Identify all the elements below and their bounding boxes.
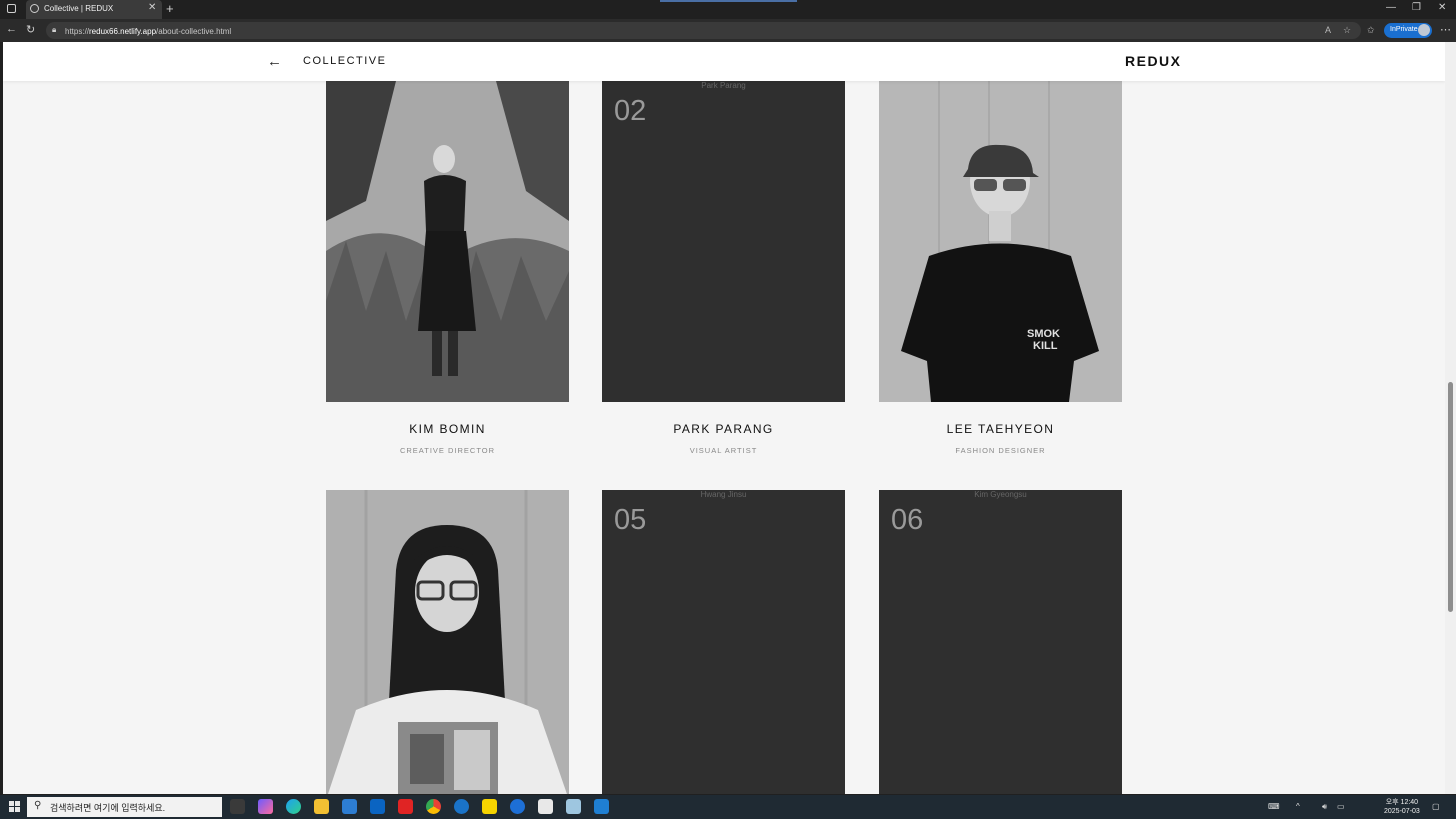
microsoft-store-icon[interactable] <box>342 799 357 814</box>
tab-actions-icon[interactable] <box>7 4 16 13</box>
clock-date: 2025-07-03 <box>1384 808 1420 815</box>
copilot-icon[interactable] <box>258 799 273 814</box>
portrait-image: SMOK KILL <box>879 81 1122 402</box>
internet-explorer-icon[interactable] <box>454 799 469 814</box>
network-icon[interactable]: ▭ <box>1337 802 1345 811</box>
back-icon[interactable]: ← <box>6 23 17 35</box>
portrait-image <box>326 490 569 794</box>
globe-icon <box>30 4 39 13</box>
scrollbar-thumb[interactable] <box>1448 382 1453 612</box>
volume-icon[interactable]: 🔊︎ <box>1322 802 1327 812</box>
broken-image-alt-text: Park Parang <box>701 81 746 90</box>
chrome-icon[interactable] <box>426 799 441 814</box>
member-role: VISUAL ARTIST <box>689 446 758 455</box>
member-photo-placeholder: Hwang Jinsu 05 <box>602 490 845 794</box>
member-photo <box>326 81 569 402</box>
tab-accent-line <box>660 0 797 2</box>
lock-icon[interactable]: 🔒︎ <box>52 25 56 35</box>
youtube-icon[interactable] <box>398 799 413 814</box>
member-photo: SMOK KILL <box>879 81 1122 402</box>
member-photo-placeholder: Kim Gyeongsu 06 <box>879 490 1122 794</box>
keyboard-icon[interactable]: ⌨ <box>1268 802 1280 811</box>
page-title: COLLECTIVE <box>303 55 387 67</box>
windows-start-icon[interactable] <box>9 801 20 812</box>
file-explorer-icon[interactable] <box>314 799 329 814</box>
member-role: CREATIVE DIRECTOR <box>399 446 496 455</box>
task-view-icon[interactable] <box>230 799 245 814</box>
address-toolbar: ← ↻ 🔒︎ https://redux66.netlify.app/about… <box>0 19 1456 42</box>
profile-avatar[interactable] <box>1418 24 1430 36</box>
windows-taskbar: ⚲ 검색하려면 여기에 입력하세요. ⌨ ^ 🔊︎ ▭ 오후 12:40 202… <box>0 795 1456 819</box>
restore-icon[interactable]: ❐ <box>1412 2 1421 13</box>
app-icon[interactable] <box>510 799 525 814</box>
member-number: 06 <box>891 504 924 536</box>
app-icon[interactable] <box>538 799 553 814</box>
member-role: FASHION DESIGNER <box>955 446 1046 455</box>
app-icon[interactable] <box>566 799 581 814</box>
member-name: PARK PARANG <box>673 422 774 436</box>
more-menu-icon[interactable]: ⋯ <box>1440 23 1451 36</box>
back-arrow-icon[interactable]: ← <box>267 53 282 70</box>
read-aloud-icon[interactable]: A <box>1325 25 1331 35</box>
refresh-icon[interactable]: ↻ <box>26 23 35 36</box>
broken-image-alt-text: Hwang Jinsu <box>700 490 747 499</box>
svg-text:SMOK: SMOK <box>1027 328 1060 340</box>
member-photo-placeholder: Park Parang 02 <box>602 81 845 402</box>
sticky-notes-icon[interactable] <box>482 799 497 814</box>
page-viewport: ← COLLECTIVE REDUX KIM BOMIN CREATIVE DI… <box>3 42 1445 794</box>
search-icon: ⚲ <box>34 800 42 811</box>
broken-image-alt-text: Kim Gyeongsu <box>974 490 1027 499</box>
member-number: 05 <box>614 504 647 536</box>
member-number: 02 <box>614 95 647 127</box>
tray-chevron-icon[interactable]: ^ <box>1296 802 1300 811</box>
notification-icon[interactable]: ▢ <box>1432 802 1440 811</box>
favorite-star-icon[interactable]: ☆ <box>1343 25 1351 36</box>
member-name: LEE TAEHYEON <box>946 422 1055 436</box>
minimize-icon[interactable]: — <box>1386 2 1396 13</box>
taskbar-search-input[interactable]: 검색하려면 여기에 입력하세요. <box>50 801 165 814</box>
portrait-image <box>326 81 569 402</box>
edge-icon[interactable] <box>286 799 301 814</box>
close-tab-icon[interactable]: ✕ <box>148 2 156 13</box>
clock-time: 오후 12:40 <box>1385 799 1419 806</box>
svg-text:KILL: KILL <box>1033 340 1058 352</box>
favorites-icon[interactable]: ✩ <box>1367 25 1375 36</box>
brand-logo[interactable]: REDUX <box>1125 53 1182 69</box>
address-bar[interactable] <box>46 22 1361 39</box>
taskbar-clock[interactable]: 오후 12:40 2025-07-03 <box>1384 798 1420 816</box>
new-tab-icon[interactable]: + <box>166 1 174 16</box>
close-window-icon[interactable]: ✕ <box>1438 2 1446 13</box>
member-photo <box>326 490 569 794</box>
page-scrollbar[interactable] <box>1445 42 1456 794</box>
outlook-icon[interactable] <box>370 799 385 814</box>
site-header: ← COLLECTIVE REDUX <box>3 42 1445 81</box>
tab-title: Collective | REDUX <box>44 4 114 13</box>
browser-tab-bar: Collective | REDUX ✕ + — ❐ ✕ <box>0 0 1456 19</box>
url-text[interactable]: https://redux66.netlify.app/about-collec… <box>65 27 231 36</box>
vscode-icon[interactable] <box>594 799 609 814</box>
member-name: KIM BOMIN <box>409 422 486 436</box>
